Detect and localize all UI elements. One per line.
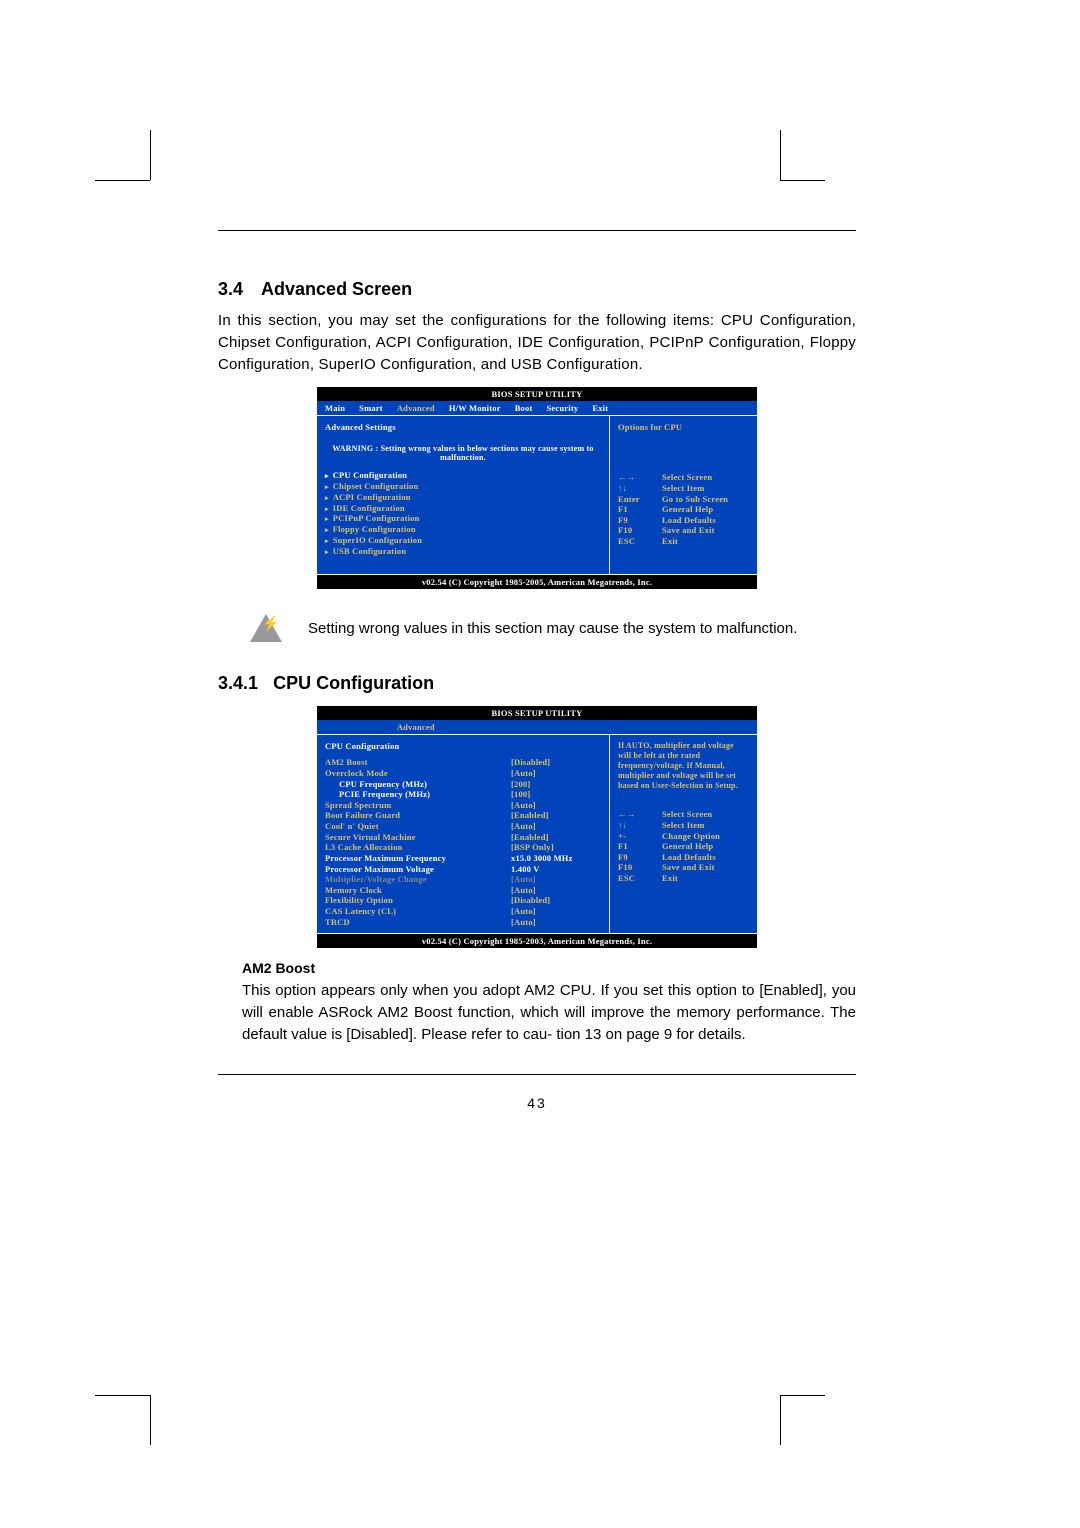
bios-tab: Main [325, 403, 345, 413]
bios-setting-row: L3 Cache Allocation[BSP Only] [325, 842, 601, 853]
section-heading: 3.4 Advanced Screen [218, 279, 856, 300]
bios-screen-cpu: BIOS SETUP UTILITY Main Smart Advanced C… [317, 706, 757, 948]
am2-body: This option appears only when you adopt … [242, 980, 856, 1045]
section-title: Advanced Screen [261, 279, 412, 300]
bios-title: BIOS SETUP UTILITY [317, 706, 757, 720]
bios-help-row: ↑↓Select Item [618, 820, 749, 831]
bios-warning: WARNING : Setting wrong values in below … [325, 438, 601, 470]
bios-setting-row: Secure Virtual Machine[Enabled] [325, 832, 601, 843]
page-content: 3.4 Advanced Screen In this section, you… [218, 230, 856, 1111]
bios-tab: Boot [515, 403, 533, 413]
note-text: Setting wrong values in this section may… [308, 618, 797, 639]
subsection-title: CPU Configuration [273, 673, 434, 693]
bios-menu-item: IDE Configuration [325, 503, 601, 514]
bios-setting-row: Multiplier/Voltage Change[Auto] [325, 874, 601, 885]
bios-panel-title: Advanced Settings [325, 422, 601, 432]
bios-tab: Advanced [397, 722, 435, 732]
section-number: 3.4 [218, 279, 243, 300]
bios-menu-item: PCIPnP Configuration [325, 513, 601, 524]
crop-mark [780, 180, 825, 181]
top-rule [218, 230, 856, 231]
crop-mark [95, 180, 150, 181]
lightning-icon: ⚡ [242, 601, 290, 655]
subsection-heading: 3.4.1 CPU Configuration [218, 673, 856, 694]
bios-setting-row: CAS Latency (CL)[Auto] [325, 906, 601, 917]
bios-right-hint: Options for CPU [618, 422, 749, 432]
intro-text: In this section, you may set the configu… [218, 310, 856, 375]
bios-setting-row: Spread Spectrum[Auto] [325, 800, 601, 811]
bios-help-row: F9Load Defaults [618, 852, 749, 863]
bios-setting-row: Cool' n' Quiet[Auto] [325, 821, 601, 832]
bios-menu-item: SuperIO Configuration [325, 535, 601, 546]
bios-help-row: F9Load Defaults [618, 515, 749, 526]
bios-help-row: ESCExit [618, 536, 749, 547]
bios-menu-item: CPU Configuration [325, 470, 601, 481]
crop-mark [780, 1395, 825, 1396]
bios-tab: Exit [592, 403, 608, 413]
bios-panel-title: CPU Configuration [325, 741, 601, 751]
bios-right-help: If AUTO, multiplier and voltage will be … [618, 741, 749, 791]
bios-menu-item: USB Configuration [325, 546, 601, 557]
bios-menu-item: Floppy Configuration [325, 524, 601, 535]
bios-menu-item: Chipset Configuration [325, 481, 601, 492]
crop-mark [95, 1395, 150, 1396]
crop-mark [150, 130, 151, 180]
bios-screen-advanced: BIOS SETUP UTILITY Main Smart Advanced H/W … [317, 387, 757, 589]
subsection-number: 3.4.1 [218, 673, 258, 693]
bios-setting-row: Processor Maximum Frequencyx15.0 3000 MH… [325, 853, 601, 864]
crop-mark [780, 130, 781, 180]
warning-note: ⚡ Setting wrong values in this section m… [242, 601, 856, 655]
bios-menu-item: ACPI Configuration [325, 492, 601, 503]
bios-help-row: F1General Help [618, 841, 749, 852]
bios-tab: Smart [359, 403, 383, 413]
bios-tab: Advanced [397, 403, 435, 413]
bios-tab: Security [547, 403, 579, 413]
crop-mark [780, 1395, 781, 1445]
bios-copyright: v02.54 (C) Copyright 1985-2003, American… [317, 934, 757, 948]
bios-setting-row: TRCD[Auto] [325, 917, 601, 928]
bios-tabs: Main Smart Advanced [317, 720, 757, 734]
bios-setting-row: CPU Frequency (MHz)[200] [325, 779, 601, 790]
crop-mark [150, 1395, 151, 1445]
bios-setting-row: Flexibility Option[Disabled] [325, 895, 601, 906]
bios-help-row: ESCExit [618, 873, 749, 884]
bios-help-row: ←→Select Screen [618, 809, 749, 820]
bios-help-row: EnterGo to Sub Screen [618, 494, 749, 505]
page-number: 43 [218, 1095, 856, 1111]
bios-help-row: +-Change Option [618, 831, 749, 842]
bottom-rule [218, 1074, 856, 1075]
bios-help-row: F10Save and Exit [618, 862, 749, 873]
bios-setting-row: Processor Maximum Voltage1.400 V [325, 864, 601, 875]
bios-help-row: ↑↓Select Item [618, 483, 749, 494]
bios-help-row: F10Save and Exit [618, 525, 749, 536]
bios-setting-row: AM2 Boost[Disabled] [325, 757, 601, 768]
bios-tab: H/W Monitor [449, 403, 501, 413]
bios-setting-row: PCIE Frequency (MHz)[100] [325, 789, 601, 800]
bios-help-row: F1General Help [618, 504, 749, 515]
bios-tabs: Main Smart Advanced H/W Monitor Boot Security… [317, 401, 757, 415]
bios-copyright: v02.54 (C) Copyright 1985-2005, American… [317, 575, 757, 589]
bios-setting-row: Boot Failure Guard[Enabled] [325, 810, 601, 821]
am2-heading: AM2 Boost [242, 960, 856, 976]
bios-setting-row: Memory Clock[Auto] [325, 885, 601, 896]
bios-help-row: ←→Select Screen [618, 472, 749, 483]
bios-title: BIOS SETUP UTILITY [317, 387, 757, 401]
bios-setting-row: Overclock Mode[Auto] [325, 768, 601, 779]
